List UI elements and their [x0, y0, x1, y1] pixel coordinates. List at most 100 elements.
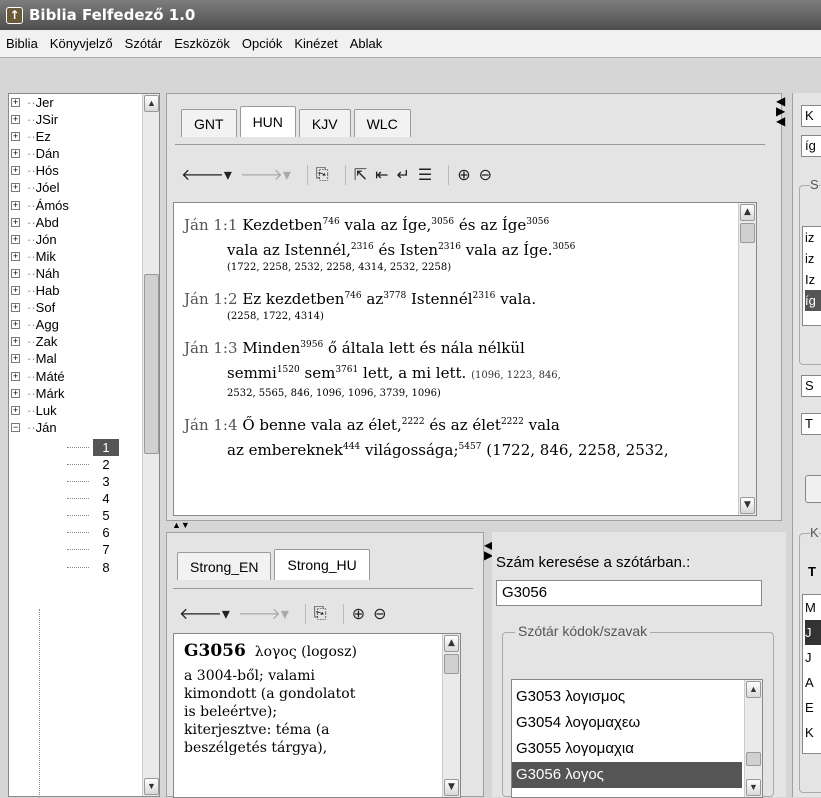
expand-icon[interactable]: + — [11, 132, 20, 142]
tab-wlc[interactable]: WLC — [353, 109, 411, 137]
insert-icon[interactable]: ⇱ — [354, 165, 367, 185]
tree-chapter[interactable]: 7 — [9, 541, 159, 558]
tree-book[interactable]: + ··JSir — [9, 111, 159, 128]
scroll-up-icon[interactable]: ▲ — [746, 681, 761, 698]
back-arrow-icon[interactable]: 🡐▾ — [181, 164, 232, 185]
tree-chapter[interactable]: 3 — [9, 473, 159, 490]
right-field-2[interactable]: íg — [801, 135, 821, 157]
tree-book[interactable]: + ··Agg — [9, 316, 159, 333]
expand-icon[interactable]: + — [11, 388, 20, 398]
tree-book[interactable]: + ··Zak — [9, 333, 159, 350]
forward-arrow-icon[interactable]: 🡒▾ — [240, 164, 291, 185]
scroll-down-icon[interactable]: ▼ — [144, 778, 159, 795]
text-scroll-thumb[interactable] — [740, 223, 755, 243]
dict-scrollbar[interactable]: ▲ ▼ — [442, 634, 460, 797]
scroll-up-icon[interactable]: ▲ — [740, 204, 755, 221]
right-field-1[interactable]: K — [801, 105, 821, 127]
verse[interactable]: Ján 1:4 Ő benne vala az élet,2222 és az … — [174, 411, 756, 461]
zoom-out-icon[interactable]: ⊖ — [479, 165, 492, 185]
right-combo-1[interactable]: S — [801, 375, 821, 397]
tab-kjv[interactable]: KJV — [298, 109, 351, 137]
menu-szotar[interactable]: Szótár — [125, 36, 163, 51]
verse-ref[interactable]: Ján 1:2 — [184, 290, 238, 308]
tree-chapter[interactable]: 6 — [9, 524, 159, 541]
tab-strong-hu[interactable]: Strong_HU — [274, 549, 370, 580]
scroll-down-icon[interactable]: ▼ — [740, 497, 755, 514]
scroll-up-icon[interactable]: ▲ — [444, 635, 459, 652]
expand-icon[interactable]: + — [11, 115, 20, 125]
tree-book[interactable]: + ··Abd — [9, 214, 159, 231]
book-tree[interactable]: + ··Jer + ··JSir + ··Ez + ··Dán + ··Hós + ··Jóel + ··… — [8, 93, 160, 797]
tree-book-open[interactable]: − ··Ján — [9, 419, 159, 436]
expand-icon[interactable]: + — [11, 354, 20, 364]
expand-icon[interactable]: + — [11, 183, 20, 193]
menu-eszkozok[interactable]: Eszközök — [174, 36, 230, 51]
expand-icon[interactable]: + — [11, 217, 20, 227]
code-list-item[interactable]: G3054 λογομαχεω — [512, 710, 742, 736]
verse[interactable]: Ján 1:1 Kezdetben746 vala az Íge,3056 és… — [174, 211, 756, 275]
menu-konyvjelzo[interactable]: Könyvjelző — [50, 36, 113, 51]
bible-text-area[interactable]: Ján 1:1 Kezdetben746 vala az Íge,3056 és… — [173, 202, 757, 516]
collapse-icon[interactable]: − — [11, 422, 20, 432]
expand-icon[interactable]: + — [11, 98, 20, 107]
expand-icon[interactable]: + — [11, 371, 20, 381]
tree-book[interactable]: + ··Jón — [9, 231, 159, 248]
expand-icon[interactable]: + — [11, 166, 20, 176]
tree-book[interactable]: + ··Hab — [9, 282, 159, 299]
right-list[interactable]: iz iz Iz íg — [802, 226, 821, 326]
splitter-arrows-icon[interactable]: ▲▼ — [172, 520, 190, 530]
scroll-down-icon[interactable]: ▼ — [444, 779, 459, 796]
tree-book[interactable]: + ··Hós — [9, 162, 159, 179]
copy-icon[interactable]: ⎘ — [314, 605, 327, 623]
back-arrow-icon[interactable]: 🡐▾ — [179, 603, 230, 624]
tab-hun[interactable]: HUN — [239, 106, 296, 137]
tree-book[interactable]: + ··Dán — [9, 145, 159, 162]
expand-icon[interactable]: + — [11, 303, 20, 313]
expand-icon[interactable]: + — [11, 200, 20, 210]
codes-scroll-thumb[interactable] — [746, 752, 761, 766]
forward-arrow-icon[interactable]: 🡒▾ — [238, 603, 289, 624]
tab-gnt[interactable]: GNT — [181, 109, 237, 137]
verse[interactable]: Ján 1:2 Ez kezdetben746 az3778 Istennél2… — [174, 285, 756, 324]
code-list-item[interactable]: G3056 λογος — [512, 762, 742, 788]
expand-icon[interactable]: + — [11, 320, 20, 330]
menu-ablak[interactable]: Ablak — [350, 36, 383, 51]
tree-book[interactable]: + ··Náh — [9, 265, 159, 282]
tree-scrollbar[interactable]: ▲ ▼ — [142, 94, 159, 796]
tree-book[interactable]: + ··Ámós — [9, 197, 159, 214]
tree-chapter[interactable]: 8 — [9, 559, 159, 576]
expand-icon[interactable]: + — [11, 337, 20, 347]
tree-book[interactable]: + ··Luk — [9, 402, 159, 419]
tree-book[interactable]: + ··Mal — [9, 350, 159, 367]
search-input[interactable]: G3056 — [496, 580, 762, 606]
tree-book[interactable]: + ··Máté — [9, 368, 159, 385]
text-scrollbar[interactable]: ▲ ▼ — [738, 203, 756, 515]
copy-icon[interactable]: ⎘ — [316, 166, 329, 184]
code-list-item[interactable]: G3053 λογισμος — [512, 684, 742, 710]
tree-chapter[interactable]: 2 — [9, 456, 159, 473]
tree-chapter[interactable]: 1 — [9, 438, 159, 456]
tree-chapter[interactable]: 5 — [9, 507, 159, 524]
splitter-side-icon[interactable]: ◀ ▶ ◀ — [776, 95, 785, 127]
verse-ref[interactable]: Ján 1:1 — [184, 216, 238, 234]
tree-book[interactable]: + ··Sof — [9, 299, 159, 316]
zoom-out-icon[interactable]: ⊖ — [373, 604, 386, 624]
menu-kinezet[interactable]: Kinézet — [294, 36, 337, 51]
align-icon[interactable]: ☰ — [418, 165, 432, 185]
expand-icon[interactable]: + — [11, 149, 20, 159]
tree-book[interactable]: + ··Jóel — [9, 179, 159, 196]
scroll-up-icon[interactable]: ▲ — [144, 95, 159, 112]
code-list-item[interactable]: G3055 λογομαχια — [512, 736, 742, 762]
verse-ref[interactable]: Ján 1:4 — [184, 416, 238, 434]
tree-book[interactable]: + ··Jer — [9, 94, 159, 111]
expand-icon[interactable]: + — [11, 268, 20, 278]
menu-opciok[interactable]: Opciók — [242, 36, 282, 51]
tree-book[interactable]: + ··Mik — [9, 248, 159, 265]
dict-scroll-thumb[interactable] — [444, 654, 459, 674]
tab-strong-en[interactable]: Strong_EN — [177, 552, 272, 580]
expand-icon[interactable]: + — [11, 234, 20, 244]
right-combo-2[interactable]: T — [801, 413, 821, 435]
tree-book[interactable]: + ··Márk — [9, 385, 159, 402]
dict-text-area[interactable]: G3056 λογος (logosz) a 3004-ből; valami … — [173, 633, 461, 798]
wrap-icon[interactable]: ↵ — [397, 165, 410, 185]
